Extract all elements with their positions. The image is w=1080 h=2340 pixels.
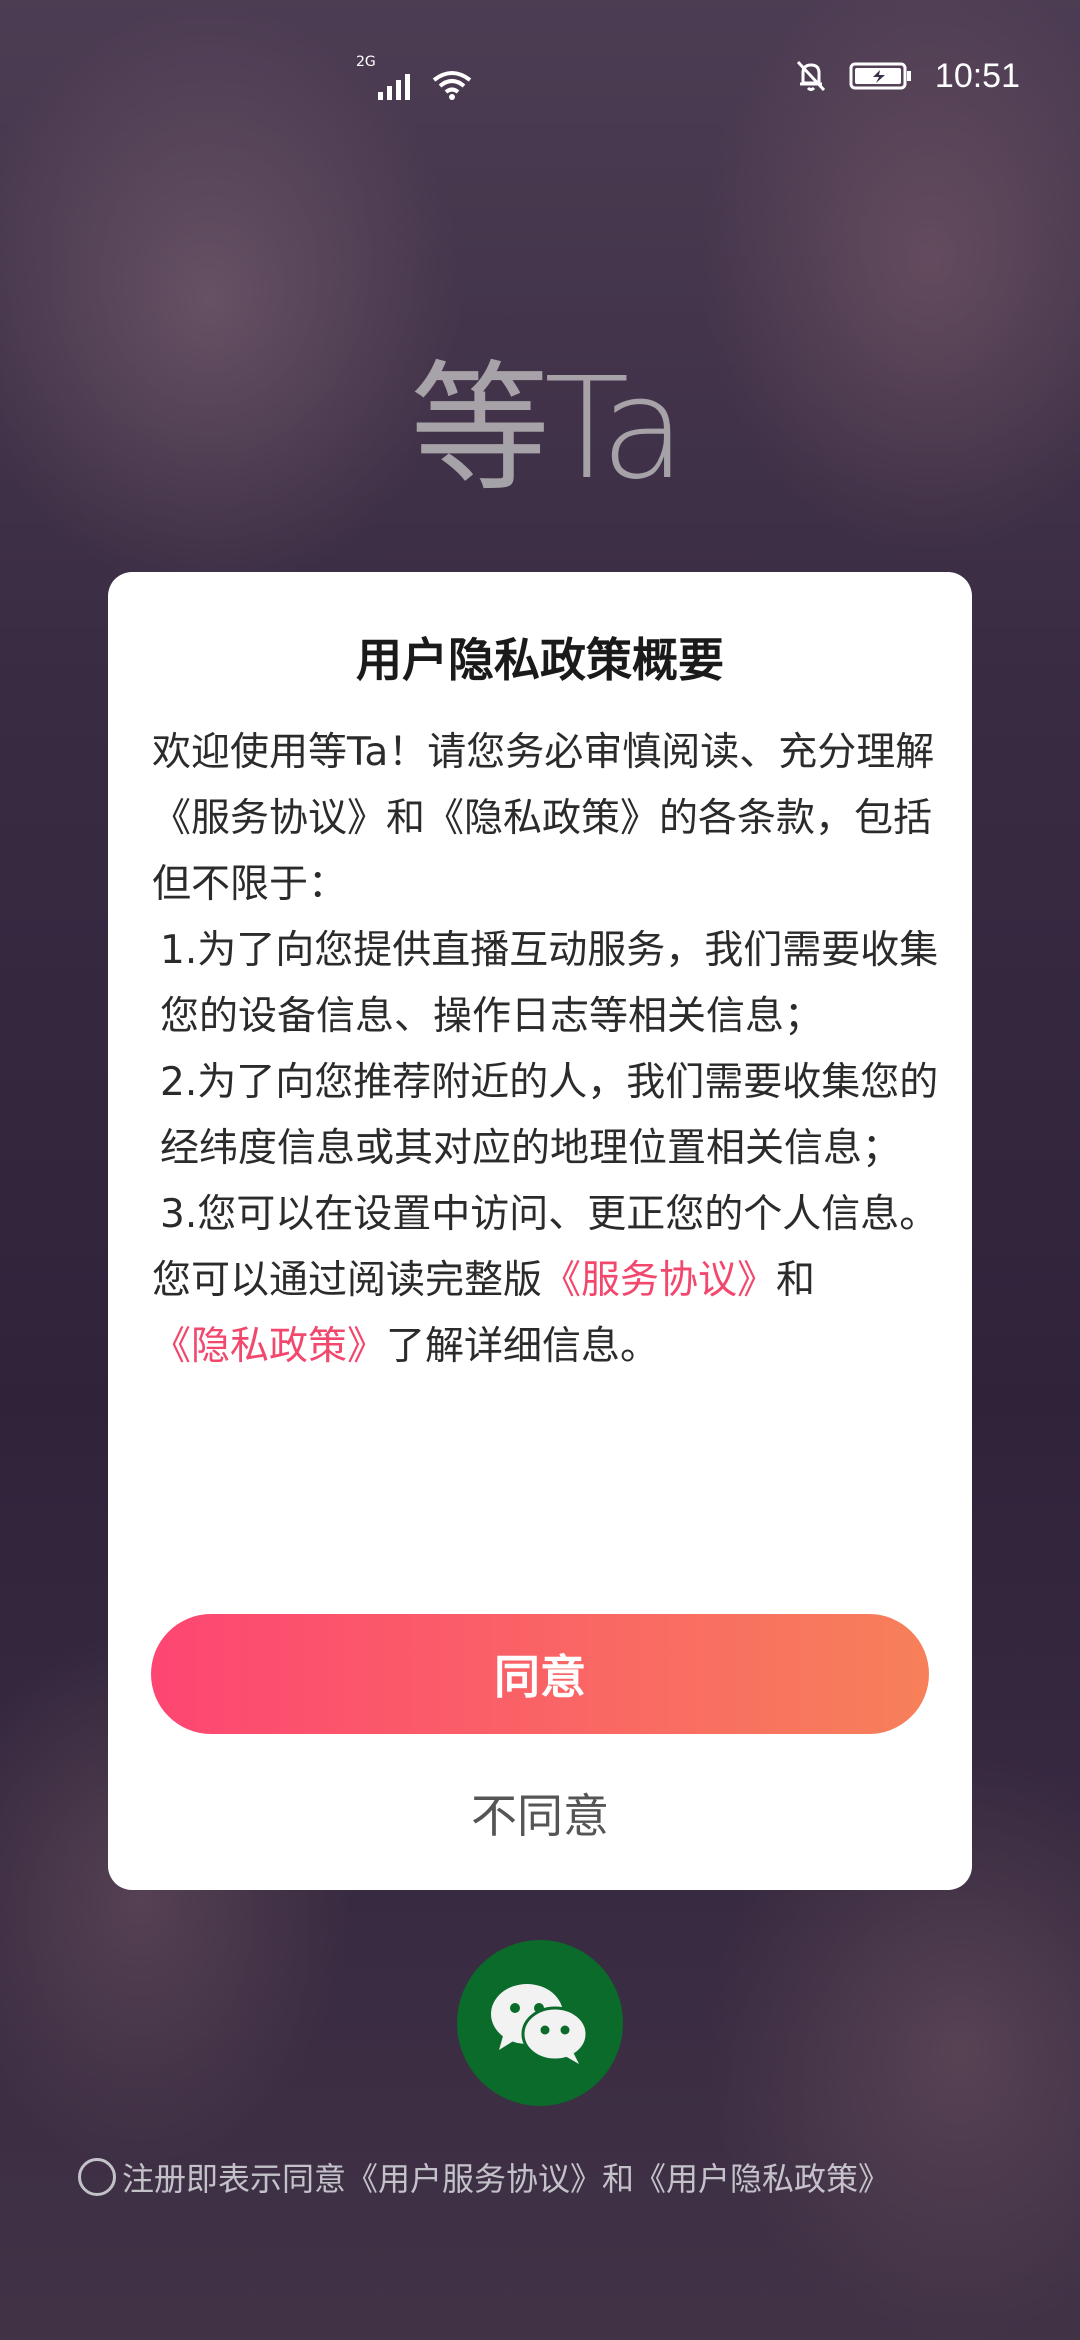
notifications-off-icon (796, 60, 826, 92)
screen: 2G 10:51 等Ta 用户隐私政策概要 欢迎使用等Ta！请您务必审慎阅读、充… (0, 0, 1080, 2340)
policy-item-1: 1.为了向您提供直播互动服务，我们需要收集您的设备信息、操作日志等相关信息； (160, 928, 939, 1039)
network-type-label: 2G (356, 54, 376, 70)
policy-item-2: 2.为了向您推荐附近的人，我们需要收集您的经纬度信息或其对应的地理位置相关信息； (160, 1060, 939, 1171)
service-agreement-link[interactable]: 《服务协议》 (542, 1258, 776, 1303)
wifi-icon (432, 71, 472, 100)
dialog-intro: 欢迎使用等Ta！请您务必审慎阅读、充分理解《服务协议》和《隐私政策》的各条款，包… (152, 730, 935, 907)
dialog-body: 欢迎使用等Ta！请您务必审慎阅读、充分理解《服务协议》和《隐私政策》的各条款，包… (152, 720, 942, 1380)
signal-group: 2G (356, 54, 472, 100)
privacy-policy-link[interactable]: 《隐私政策》 (152, 1324, 386, 1369)
agree-button[interactable]: 同意 (151, 1614, 929, 1734)
closing-prefix: 您可以通过阅读完整版 (152, 1258, 543, 1303)
battery-charging-icon (849, 62, 911, 90)
signal-icon (378, 74, 410, 100)
agreement-text[interactable]: 注册即表示同意《用户服务协议》和《用户隐私政策》 (122, 2154, 890, 2200)
dialog-title: 用户隐私政策概要 (356, 633, 724, 687)
status-bar: 2G 10:51 (0, 50, 1080, 110)
policy-item-3: 3.您可以在设置中访问、更正您的个人信息。 (160, 1192, 939, 1237)
closing-suffix: 了解详细信息。 (386, 1324, 660, 1369)
clock: 10:51 (934, 56, 1020, 95)
closing-and: 和 (776, 1258, 816, 1303)
agreement-radio[interactable] (78, 2158, 116, 2196)
wechat-icon (491, 1984, 589, 2064)
disagree-button[interactable]: 不同意 (108, 1778, 972, 1848)
agreement-footer: 注册即表示同意《用户服务协议》和《用户隐私政策》 (78, 2152, 1038, 2202)
dialog-closing: 您可以通过阅读完整版《服务协议》和《隐私政策》了解详细信息。 (152, 1248, 942, 1380)
privacy-dialog: 用户隐私政策概要 欢迎使用等Ta！请您务必审慎阅读、充分理解《服务协议》和《隐私… (108, 572, 972, 1890)
status-right: 10:51 (795, 56, 1020, 96)
app-logo: 等Ta (410, 348, 686, 511)
wechat-login-button[interactable] (457, 1940, 623, 2106)
